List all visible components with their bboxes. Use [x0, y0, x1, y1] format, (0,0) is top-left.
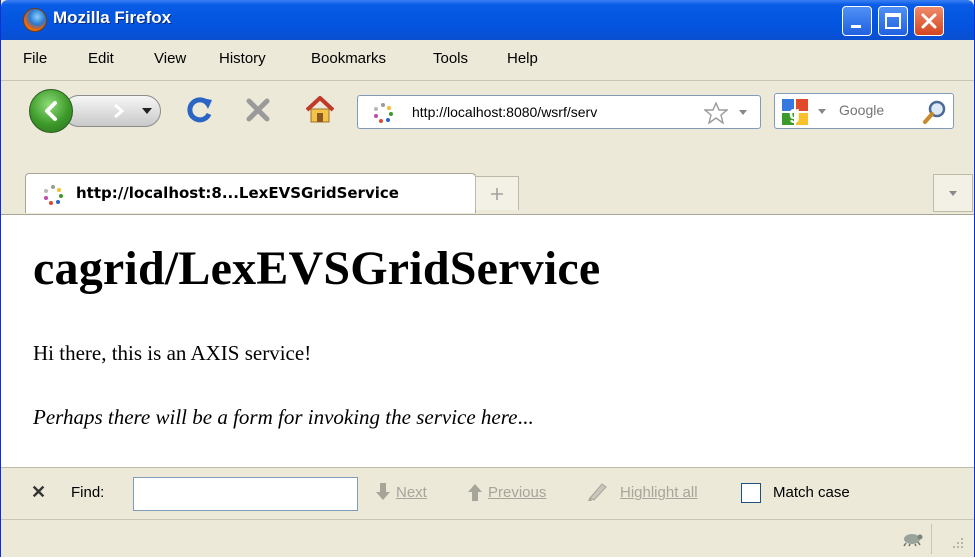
search-engine-dropdown-icon[interactable] — [817, 108, 827, 116]
intro-paragraph: Hi there, this is an AXIS service! — [33, 341, 312, 365]
menu-edit[interactable]: Edit — [88, 50, 114, 67]
address-bar[interactable]: http://localhost:8080/wsrf/serv — [357, 95, 761, 129]
find-label: Find: — [71, 484, 105, 501]
tab-loading-icon — [44, 185, 63, 205]
forward-button[interactable] — [63, 95, 161, 127]
form-note-ellipsis: ... — [517, 405, 534, 429]
find-previous-button[interactable]: Previous — [466, 484, 576, 504]
menu-bookmarks[interactable]: Bookmarks — [311, 50, 386, 67]
list-all-tabs-button[interactable] — [933, 174, 973, 212]
browser-window: Mozilla Firefox File Edit View History B… — [0, 0, 975, 557]
loading-throbber-icon — [374, 103, 393, 123]
find-previous-label: Previous — [488, 484, 547, 501]
plus-icon — [491, 188, 503, 200]
search-magnifier-icon[interactable] — [921, 98, 949, 126]
find-next-button[interactable]: Next — [374, 483, 452, 504]
svg-text:g: g — [789, 103, 800, 123]
forward-arrow-icon — [114, 103, 125, 119]
highlight-all-label: Highlight all — [620, 484, 698, 501]
find-input[interactable] — [133, 477, 358, 511]
find-bar: ✕ Find: Next Previous Highlight all Matc… — [1, 467, 974, 520]
menu-file[interactable]: File — [23, 50, 47, 67]
match-case-label[interactable]: Match case — [773, 484, 850, 501]
reload-icon[interactable] — [185, 95, 215, 125]
turtle-addon-icon[interactable] — [901, 529, 923, 547]
menu-history[interactable]: History — [219, 50, 266, 67]
url-dropdown-icon[interactable] — [738, 109, 748, 117]
close-icon — [921, 13, 937, 29]
stop-icon[interactable] — [245, 97, 271, 123]
resize-grip-icon[interactable] — [947, 534, 965, 552]
search-bar[interactable]: g — [774, 93, 954, 129]
title-bar[interactable]: Mozilla Firefox — [1, 0, 974, 40]
tab-bar: http://localhost:8...LexEVSGridService — [1, 168, 974, 215]
tab-lexevs-grid-service[interactable]: http://localhost:8...LexEVSGridService — [25, 173, 476, 213]
bookmark-star-icon[interactable] — [704, 102, 728, 124]
menu-bar: File Edit View History Bookmarks Tools H… — [1, 40, 974, 81]
maximize-icon — [885, 13, 901, 29]
form-note-text: Perhaps there will be a form for invokin… — [33, 405, 518, 429]
home-icon[interactable] — [303, 95, 337, 125]
menu-view[interactable]: View — [154, 50, 186, 67]
minimize-button[interactable] — [842, 6, 872, 36]
match-case-checkbox[interactable] — [741, 483, 761, 503]
history-dropdown-icon[interactable] — [142, 107, 152, 115]
page-content: cagrid/LexEVSGridService Hi there, this … — [1, 215, 974, 467]
navigation-toolbar: http://localhost:8080/wsrf/serv g — [1, 81, 974, 167]
google-engine-icon[interactable]: g — [781, 98, 809, 126]
arrow-down-icon — [376, 483, 390, 500]
status-separator — [931, 524, 932, 554]
highlight-all-button[interactable]: Highlight all — [586, 483, 726, 504]
find-close-icon[interactable]: ✕ — [31, 482, 46, 503]
form-note-paragraph: Perhaps there will be a form for invokin… — [33, 405, 533, 430]
window-title: Mozilla Firefox — [53, 8, 172, 27]
highlighter-icon — [588, 483, 607, 501]
arrow-up-icon — [468, 484, 482, 501]
back-button[interactable] — [29, 89, 73, 133]
firefox-logo-icon — [23, 8, 47, 32]
search-input[interactable] — [839, 102, 909, 118]
back-arrow-icon — [45, 101, 57, 121]
page-title: cagrid/LexEVSGridService — [33, 242, 601, 295]
menu-help[interactable]: Help — [507, 50, 538, 67]
tab-label: http://localhost:8...LexEVSGridService — [76, 184, 399, 202]
maximize-button[interactable] — [878, 6, 908, 36]
status-bar — [1, 519, 974, 557]
url-text: http://localhost:8080/wsrf/serv — [412, 104, 598, 120]
close-window-button[interactable] — [914, 6, 944, 36]
menu-tools[interactable]: Tools — [433, 50, 468, 67]
find-next-label: Next — [396, 484, 427, 501]
minimize-icon — [851, 25, 861, 28]
new-tab-button[interactable] — [475, 176, 519, 210]
chevron-down-icon — [949, 191, 957, 196]
